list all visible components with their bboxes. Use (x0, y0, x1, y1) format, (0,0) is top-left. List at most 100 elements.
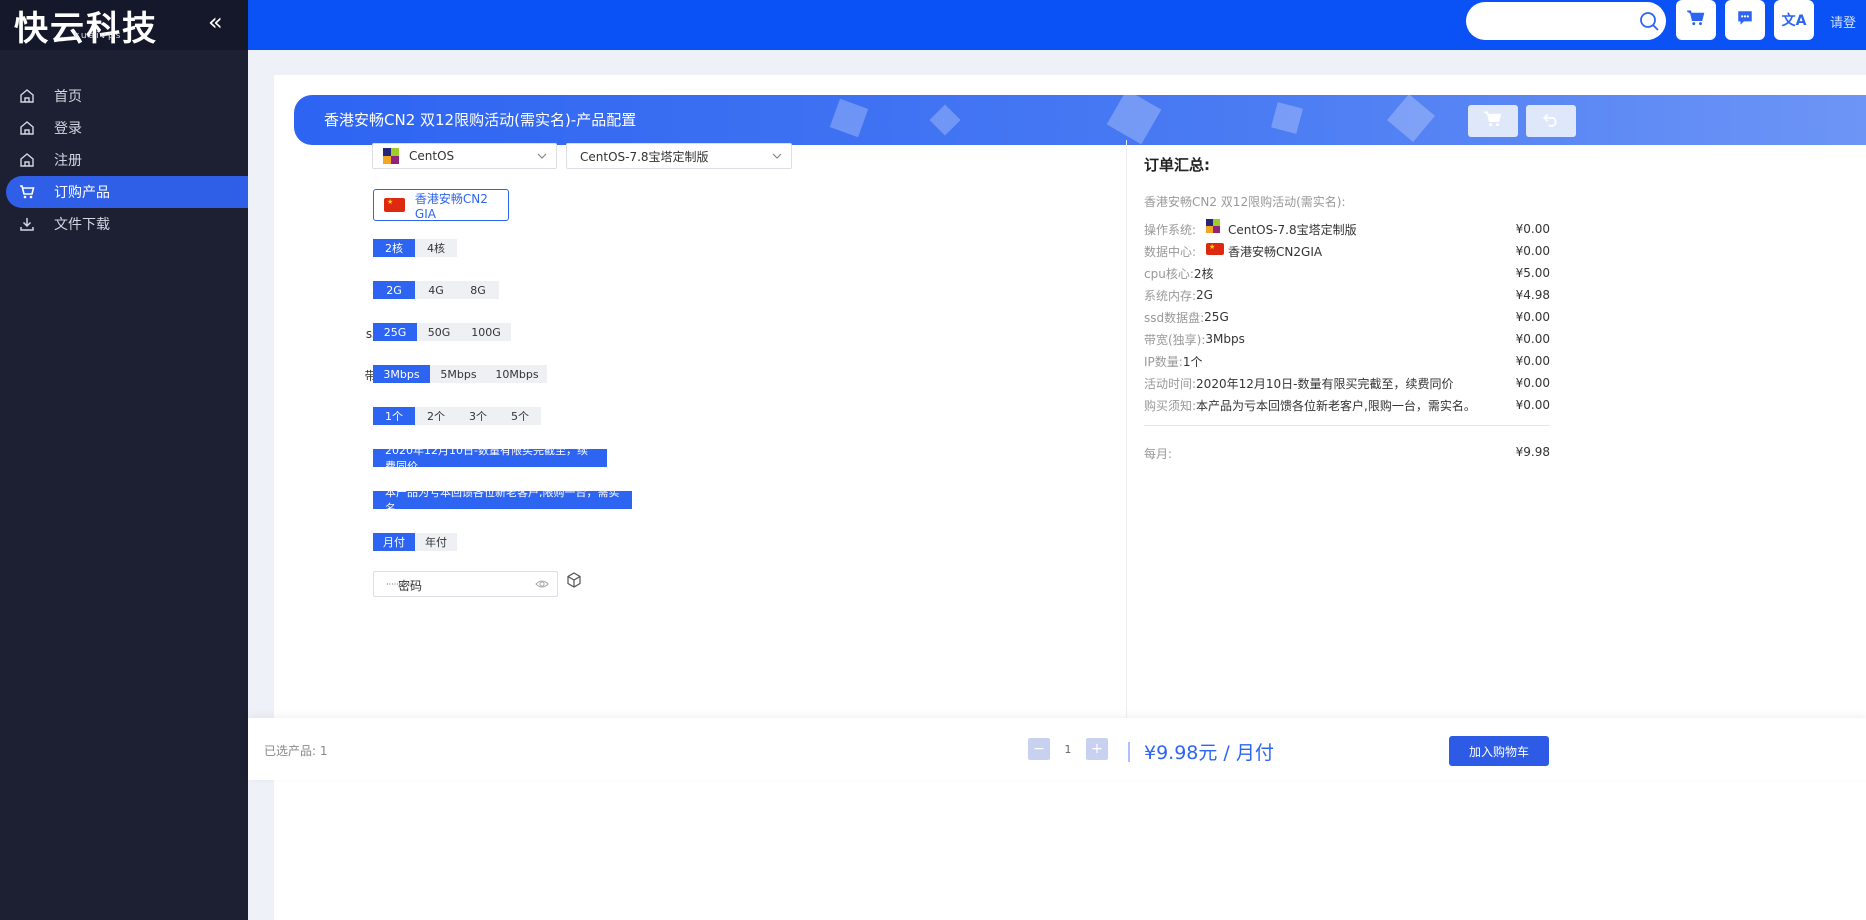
memory-option-2g[interactable]: 2G (373, 281, 415, 299)
ip-option-3[interactable]: 3个 (457, 407, 499, 425)
logo-subtext: kuaivps (74, 30, 123, 41)
os-select-value: CentOS (409, 149, 455, 163)
selected-count: 已选产品: 1 (264, 744, 328, 758)
home-icon (18, 119, 36, 137)
search-input[interactable] (1466, 2, 1666, 40)
banner-cart-button[interactable] (1468, 105, 1518, 137)
language-button[interactable]: 文A (1774, 0, 1814, 40)
disk-option-50g[interactable]: 50G (417, 323, 461, 341)
logo[interactable]: 快云科技 kuaivps (14, 1, 158, 50)
sidebar-item-downloads[interactable]: 文件下载 (0, 208, 248, 240)
banner-decoration (829, 95, 1435, 145)
messages-button[interactable] (1725, 0, 1765, 40)
summary-row: 系统内存: 2G ¥4.98 (1144, 284, 1550, 306)
summary-key: 活动时间: (1144, 376, 1197, 391)
cart-icon (18, 183, 36, 201)
summary-divider (1144, 425, 1550, 426)
quantity-value[interactable]: 1 (1050, 743, 1086, 756)
memory-option-8g[interactable]: 8G (457, 281, 499, 299)
bandwidth-option-5[interactable]: 5Mbps (430, 365, 487, 383)
sidebar-item-register[interactable]: 注册 (0, 144, 248, 176)
collapse-sidebar-icon[interactable]: « (208, 8, 223, 36)
summary-value: 3Mbps (1205, 332, 1245, 346)
memory-options: 2G 4G 8G (373, 281, 499, 299)
summary-key: 系统内存: (1144, 288, 1197, 303)
ip-options: 1个 2个 3个 5个 (373, 407, 541, 425)
add-to-cart-button[interactable]: 加入购物车 (1449, 736, 1549, 766)
monthly-label: 每月: (1144, 447, 1173, 461)
disk-options: 25G 50G 100G (373, 323, 511, 341)
summary-key: cpu核心: (1144, 266, 1194, 281)
cpu-option-2[interactable]: 2核 (373, 239, 415, 257)
summary-value: CentOS-7.8宝塔定制版 (1206, 219, 1357, 238)
search-icon[interactable] (1638, 10, 1660, 36)
summary-rows: 操作系统: CentOS-7.8宝塔定制版 ¥0.00 数据中心: 香港安畅CN… (1144, 218, 1550, 416)
bandwidth-option-10[interactable]: 10Mbps (487, 365, 547, 383)
sidebar-item-label: 登录 (54, 121, 82, 137)
bandwidth-options: 3Mbps 5Mbps 10Mbps (373, 365, 547, 383)
summary-price: ¥0.00 (1515, 222, 1550, 236)
total-price: ¥9.98元 / 月付 (1128, 738, 1274, 765)
summary-value-text: 香港安畅CN2GIA (1228, 244, 1323, 259)
memory-option-4g[interactable]: 4G (415, 281, 457, 299)
chevron-down-icon (536, 150, 548, 165)
os-version-select[interactable]: CentOS-7.8宝塔定制版 (566, 143, 792, 169)
ip-option-1[interactable]: 1个 (373, 407, 415, 425)
decrease-button[interactable]: − (1028, 738, 1050, 760)
disk-option-25g[interactable]: 25G (373, 323, 417, 341)
datacenter-value: 香港安畅CN2 GIA (414, 191, 488, 221)
activity-option[interactable]: 2020年12月10日-数量有限买完截至，续费同价 (373, 444, 607, 473)
sidebar-item-home[interactable]: 首页 (0, 80, 248, 112)
cart-icon (1482, 110, 1502, 132)
cpu-option-4[interactable]: 4核 (415, 239, 457, 257)
home-icon (18, 87, 36, 105)
summary-key: IP数量: (1144, 354, 1183, 369)
generate-password-icon[interactable] (566, 572, 582, 592)
undo-icon (1542, 110, 1560, 132)
summary-row: IP数量: 1个 ¥0.00 (1144, 350, 1550, 372)
china-flag-icon (1206, 243, 1225, 255)
chevron-down-icon (771, 150, 783, 165)
bandwidth-option-3[interactable]: 3Mbps (373, 365, 430, 383)
os-version-value: CentOS-7.8宝塔定制版 (580, 149, 709, 164)
sidebar-item-label: 订购产品 (54, 185, 110, 201)
summary-price: ¥0.00 (1515, 332, 1550, 346)
summary-price: ¥0.00 (1515, 376, 1550, 390)
cart-button[interactable] (1676, 0, 1716, 40)
notice-option[interactable]: 本产品为亏本回馈各位新老客户,限购一台，需实名。 (373, 486, 632, 515)
summary-price: ¥4.98 (1515, 288, 1550, 302)
cart-icon (1685, 9, 1705, 31)
sidebar-item-label: 注册 (54, 153, 82, 169)
eye-icon[interactable] (535, 578, 549, 593)
period-option-yearly[interactable]: 年付 (415, 533, 457, 551)
summary-price: ¥0.00 (1515, 354, 1550, 368)
summary-title: 订单汇总: (1144, 156, 1210, 174)
back-button[interactable] (1526, 105, 1576, 137)
summary-product-name: 香港安畅CN2 双12限购活动(需实名): (1144, 195, 1346, 209)
summary-value-text: CentOS-7.8宝塔定制版 (1228, 222, 1357, 237)
summary-row: 带宽(独享): 3Mbps ¥0.00 (1144, 328, 1550, 350)
sidebar-nav: 首页 登录 注册 订购产品 文件下载 (0, 80, 248, 240)
centos-icon (1206, 219, 1221, 233)
increase-button[interactable]: + (1086, 738, 1108, 760)
price-separator (1128, 741, 1130, 762)
os-select[interactable]: CentOS (372, 143, 557, 169)
summary-value: 2G (1196, 288, 1213, 302)
ip-option-5[interactable]: 5个 (499, 407, 541, 425)
summary-key: 数据中心: (1144, 244, 1197, 259)
datacenter-option[interactable]: 香港安畅CN2 GIA (373, 189, 509, 221)
sidebar-item-order-product[interactable]: 订购产品 (6, 176, 248, 208)
summary-value: 2020年12月10日-数量有限买完截至，续费同价 (1196, 376, 1454, 391)
login-link[interactable]: 请登 (1830, 12, 1856, 31)
main-card: 香港安畅CN2 双12限购活动(需实名)-产品配置 操作系统 CentOS Ce… (274, 75, 1866, 920)
summary-value: 本产品为亏本回馈各位新老客户,限购一台，需实名。 (1196, 398, 1476, 413)
password-input[interactable]: ············ (373, 571, 558, 597)
summary-row: ssd数据盘: 25G ¥0.00 (1144, 306, 1550, 328)
period-option-monthly[interactable]: 月付 (373, 533, 415, 551)
page-banner: 香港安畅CN2 双12限购活动(需实名)-产品配置 (294, 95, 1866, 145)
home-icon (18, 151, 36, 169)
disk-option-100g[interactable]: 100G (461, 323, 511, 341)
ip-option-2[interactable]: 2个 (415, 407, 457, 425)
sidebar-item-login[interactable]: 登录 (0, 112, 248, 144)
footer-bar: 已选产品: 1 − 1 + ¥9.98元 / 月付 加入购物车 (248, 718, 1866, 780)
